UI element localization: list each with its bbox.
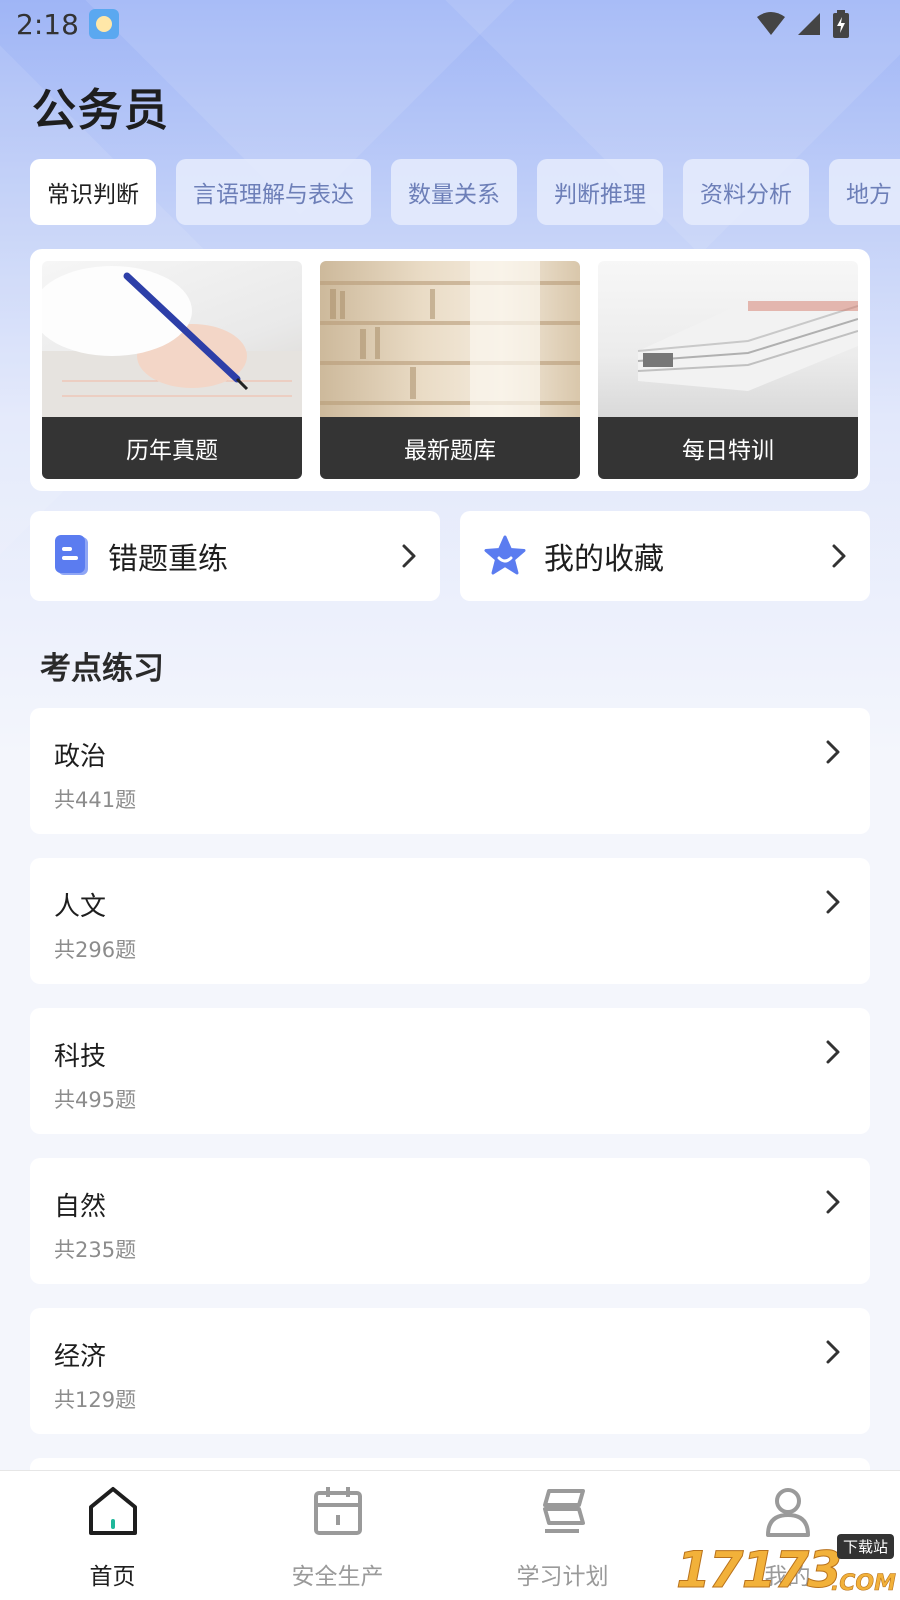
tab-general-knowledge[interactable]: 常识判断 — [30, 159, 156, 225]
chevron-right-icon — [826, 1190, 840, 1214]
feature-card-panel: 历年真题 最新题库 每日特训 — [30, 249, 870, 491]
wrong-questions-button[interactable]: 错题重练 — [30, 511, 440, 601]
tab-data-analysis[interactable]: 资料分析 — [683, 159, 809, 225]
chevron-right-icon — [832, 544, 846, 568]
calendar-icon — [314, 1487, 362, 1535]
nav-label: 学习计划 — [516, 1564, 609, 1590]
nav-home[interactable]: 首页 — [0, 1471, 225, 1600]
nav-label: 安全生产 — [291, 1564, 384, 1590]
topic-item-politics[interactable]: 政治 共441题 — [30, 708, 870, 834]
topic-name: 政治 — [54, 742, 107, 772]
topic-name: 自然 — [54, 1192, 107, 1222]
topic-item-technology[interactable]: 科技 共495题 — [30, 1008, 870, 1134]
signal-icon — [798, 13, 820, 35]
feature-card-latest-bank[interactable]: 最新题库 — [320, 261, 580, 479]
bookshelf-photo — [320, 261, 580, 417]
tab-verbal-comprehension[interactable]: 言语理解与表达 — [176, 159, 371, 225]
topic-item-economy[interactable]: 经济 共129题 — [30, 1308, 870, 1434]
chevron-right-icon — [826, 740, 840, 764]
profile-icon — [766, 1488, 810, 1537]
category-tabs: 常识判断 言语理解与表达 数量关系 判断推理 资料分析 地方 — [30, 159, 900, 225]
nav-safety-production[interactable]: 安全生产 — [225, 1471, 450, 1600]
topic-item-nature[interactable]: 自然 共235题 — [30, 1158, 870, 1284]
nav-study-plan[interactable]: 学习计划 — [450, 1471, 675, 1600]
status-bar: 2:18 — [0, 0, 900, 48]
app-notification-icon — [88, 9, 119, 39]
document-icon — [55, 535, 88, 575]
my-favorites-button[interactable]: 我的收藏 — [460, 511, 870, 601]
quick-action-label: 错题重练 — [108, 542, 228, 577]
status-time: 2:18 — [16, 7, 79, 41]
battery-icon — [833, 10, 849, 38]
feature-card-past-exams[interactable]: 历年真题 — [42, 261, 302, 479]
section-title: 考点练习 — [40, 651, 164, 687]
topic-count: 共129题 — [54, 1388, 137, 1412]
tab-quantitative[interactable]: 数量关系 — [391, 159, 517, 225]
quick-action-label: 我的收藏 — [544, 542, 664, 577]
site-watermark: 17173 下载站 .COM — [676, 1534, 900, 1600]
watermark-tag: 下载站 — [836, 1534, 894, 1559]
watermark-suffix: .COM — [830, 1571, 897, 1597]
page-title: 公务员 — [32, 85, 170, 136]
chevron-right-icon — [402, 544, 416, 568]
feature-card-label: 每日特训 — [598, 417, 858, 479]
topic-name: 经济 — [54, 1342, 107, 1372]
wifi-icon — [757, 12, 785, 35]
plan-icon — [543, 1489, 585, 1533]
nav-label: 首页 — [89, 1564, 136, 1590]
writing-hand-photo — [42, 261, 302, 417]
topic-count: 共441题 — [54, 788, 137, 812]
chevron-right-icon — [826, 1040, 840, 1064]
topic-count: 共495题 — [54, 1088, 137, 1112]
feature-card-label: 最新题库 — [320, 417, 580, 479]
topic-count: 共296题 — [54, 938, 137, 962]
topic-name: 人文 — [54, 892, 107, 922]
star-icon — [484, 535, 526, 575]
topic-name: 科技 — [54, 1042, 107, 1072]
topic-count: 共235题 — [54, 1238, 137, 1262]
book-stack-photo — [598, 261, 858, 417]
chevron-right-icon — [826, 890, 840, 914]
feature-card-label: 历年真题 — [42, 417, 302, 479]
tab-reasoning[interactable]: 判断推理 — [537, 159, 663, 225]
feature-card-daily-training[interactable]: 每日特训 — [598, 261, 858, 479]
watermark-text: 17173 — [676, 1541, 843, 1600]
home-icon — [89, 1487, 137, 1535]
chevron-right-icon — [826, 1340, 840, 1364]
status-icons — [756, 10, 850, 38]
tab-local[interactable]: 地方 — [829, 159, 900, 225]
topic-item-humanities[interactable]: 人文 共296题 — [30, 858, 870, 984]
